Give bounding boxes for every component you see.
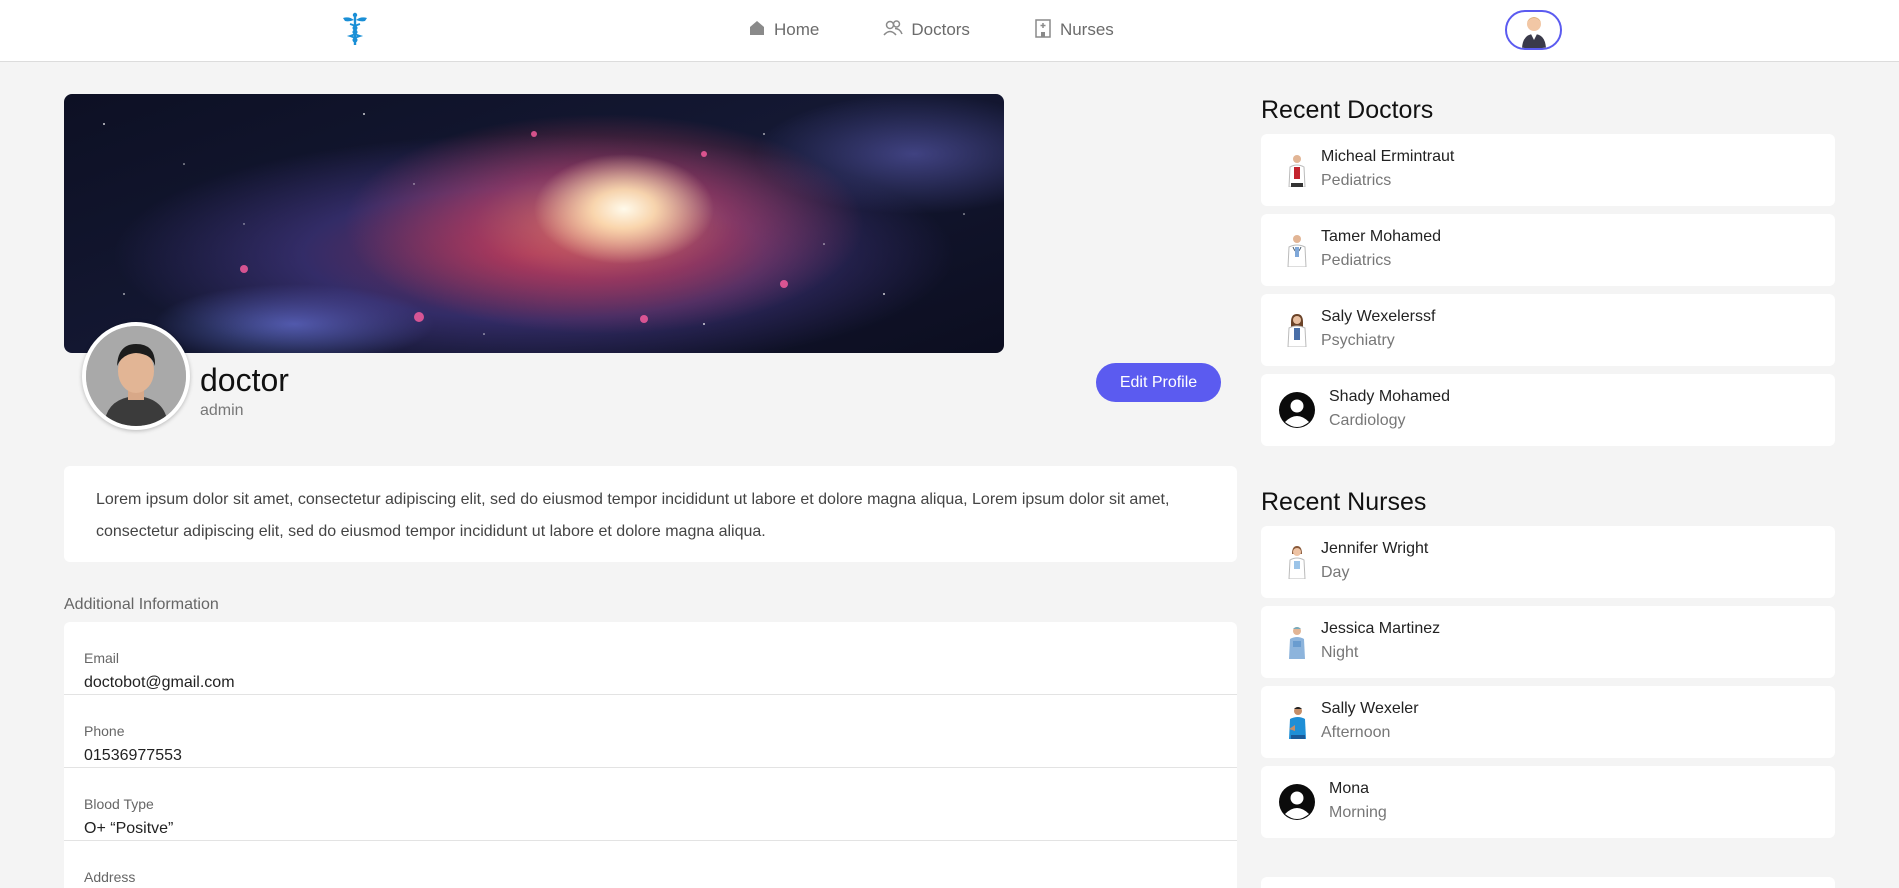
main-nav: Home Doctors Nurses <box>748 18 1178 42</box>
doctor-name: Tamer Mohamed <box>1321 228 1442 245</box>
nurse-name: Mona <box>1329 780 1370 797</box>
bio-text: Lorem ipsum dolor sit amet, consectetur … <box>96 491 1170 540</box>
info-row-blood-type: Blood Type O+ “Positve” <box>64 768 1237 841</box>
nav-doctors-label: Doctors <box>911 20 970 39</box>
nav-nurses[interactable]: Nurses <box>1034 18 1114 42</box>
info-label: Address <box>84 869 136 885</box>
nurse-card[interactable]: Mona Morning <box>1261 766 1835 838</box>
info-value: 01536977553 <box>84 747 182 764</box>
profile-name: doctor <box>200 362 289 398</box>
top-navbar: Home Doctors Nurses <box>0 0 1899 62</box>
info-row-email: Email doctobot@gmail.com <box>64 622 1237 695</box>
info-row-phone: Phone 01536977553 <box>64 695 1237 768</box>
additional-panel-card <box>1261 877 1835 888</box>
nurse-name: Sally Wexeler <box>1321 700 1419 717</box>
hospital-icon <box>1034 18 1060 43</box>
doctor-card[interactable]: Micheal Ermintraut Pediatrics <box>1261 134 1835 206</box>
cover-image <box>64 94 1004 353</box>
doctor-name: Micheal Ermintraut <box>1321 148 1455 165</box>
nav-home[interactable]: Home <box>748 18 819 42</box>
nurse-avatar <box>1279 544 1315 580</box>
bio-card: Lorem ipsum dolor sit amet, consectetur … <box>64 466 1237 562</box>
nav-home-label: Home <box>774 20 820 39</box>
nav-doctors[interactable]: Doctors <box>883 18 970 42</box>
recent-nurses-title: Recent Nurses <box>1261 488 1427 516</box>
doctor-name: Saly Wexelerssf <box>1321 308 1436 325</box>
nurse-shift: Day <box>1321 564 1350 581</box>
nurse-shift: Night <box>1321 644 1359 661</box>
doctor-card[interactable]: Tamer Mohamed Pediatrics <box>1261 214 1835 286</box>
nurse-name: Jessica Martinez <box>1321 620 1441 637</box>
nav-nurses-label: Nurses <box>1059 20 1114 39</box>
info-label: Blood Type <box>84 796 154 812</box>
info-value: O+ “Positve” <box>84 820 174 837</box>
user-avatar-button[interactable] <box>1505 10 1562 50</box>
user-avatar-icon <box>1521 17 1546 48</box>
info-value: doctobot@gmail.com <box>84 674 235 691</box>
doctor-specialty: Cardiology <box>1329 412 1406 429</box>
nurse-card[interactable]: Sally Wexeler Afternoon <box>1261 686 1835 758</box>
home-icon <box>748 19 774 42</box>
doctor-specialty: Pediatrics <box>1321 172 1392 189</box>
nurse-shift: Morning <box>1329 804 1387 821</box>
info-label: Phone <box>84 723 125 739</box>
nurse-card[interactable]: Jessica Martinez Night <box>1261 606 1835 678</box>
nurse-avatar <box>1279 704 1315 740</box>
nurse-card[interactable]: Jennifer Wright Day <box>1261 526 1835 598</box>
additional-info-card: Email doctobot@gmail.com Phone 015369775… <box>64 622 1237 888</box>
info-label: Email <box>84 650 120 666</box>
doctor-avatar <box>1279 312 1315 348</box>
doctor-name: Shady Mohamed <box>1329 388 1450 405</box>
doctor-specialty: Pediatrics <box>1321 252 1392 269</box>
user-circle-icon <box>1278 783 1316 821</box>
recent-doctors-title: Recent Doctors <box>1261 96 1434 124</box>
info-row-address: Address <box>64 841 1237 888</box>
nurse-shift: Afternoon <box>1321 724 1391 741</box>
doctor-specialty: Psychiatry <box>1321 332 1395 349</box>
doctor-avatar <box>1279 232 1315 268</box>
user-circle-icon <box>1278 391 1316 429</box>
nurse-name: Jennifer Wright <box>1321 540 1429 557</box>
nurse-avatar <box>1279 624 1315 660</box>
doctor-card[interactable]: Saly Wexelerssf Psychiatry <box>1261 294 1835 366</box>
doctor-card[interactable]: Shady Mohamed Cardiology <box>1261 374 1835 446</box>
doctor-avatar <box>1279 152 1315 188</box>
edit-profile-button[interactable]: Edit Profile <box>1096 363 1221 402</box>
users-icon <box>883 19 911 42</box>
additional-info-title: Additional Information <box>64 596 219 613</box>
profile-avatar[interactable] <box>82 322 190 430</box>
caduceus-logo-icon[interactable] <box>340 12 370 46</box>
profile-role: admin <box>200 402 244 419</box>
